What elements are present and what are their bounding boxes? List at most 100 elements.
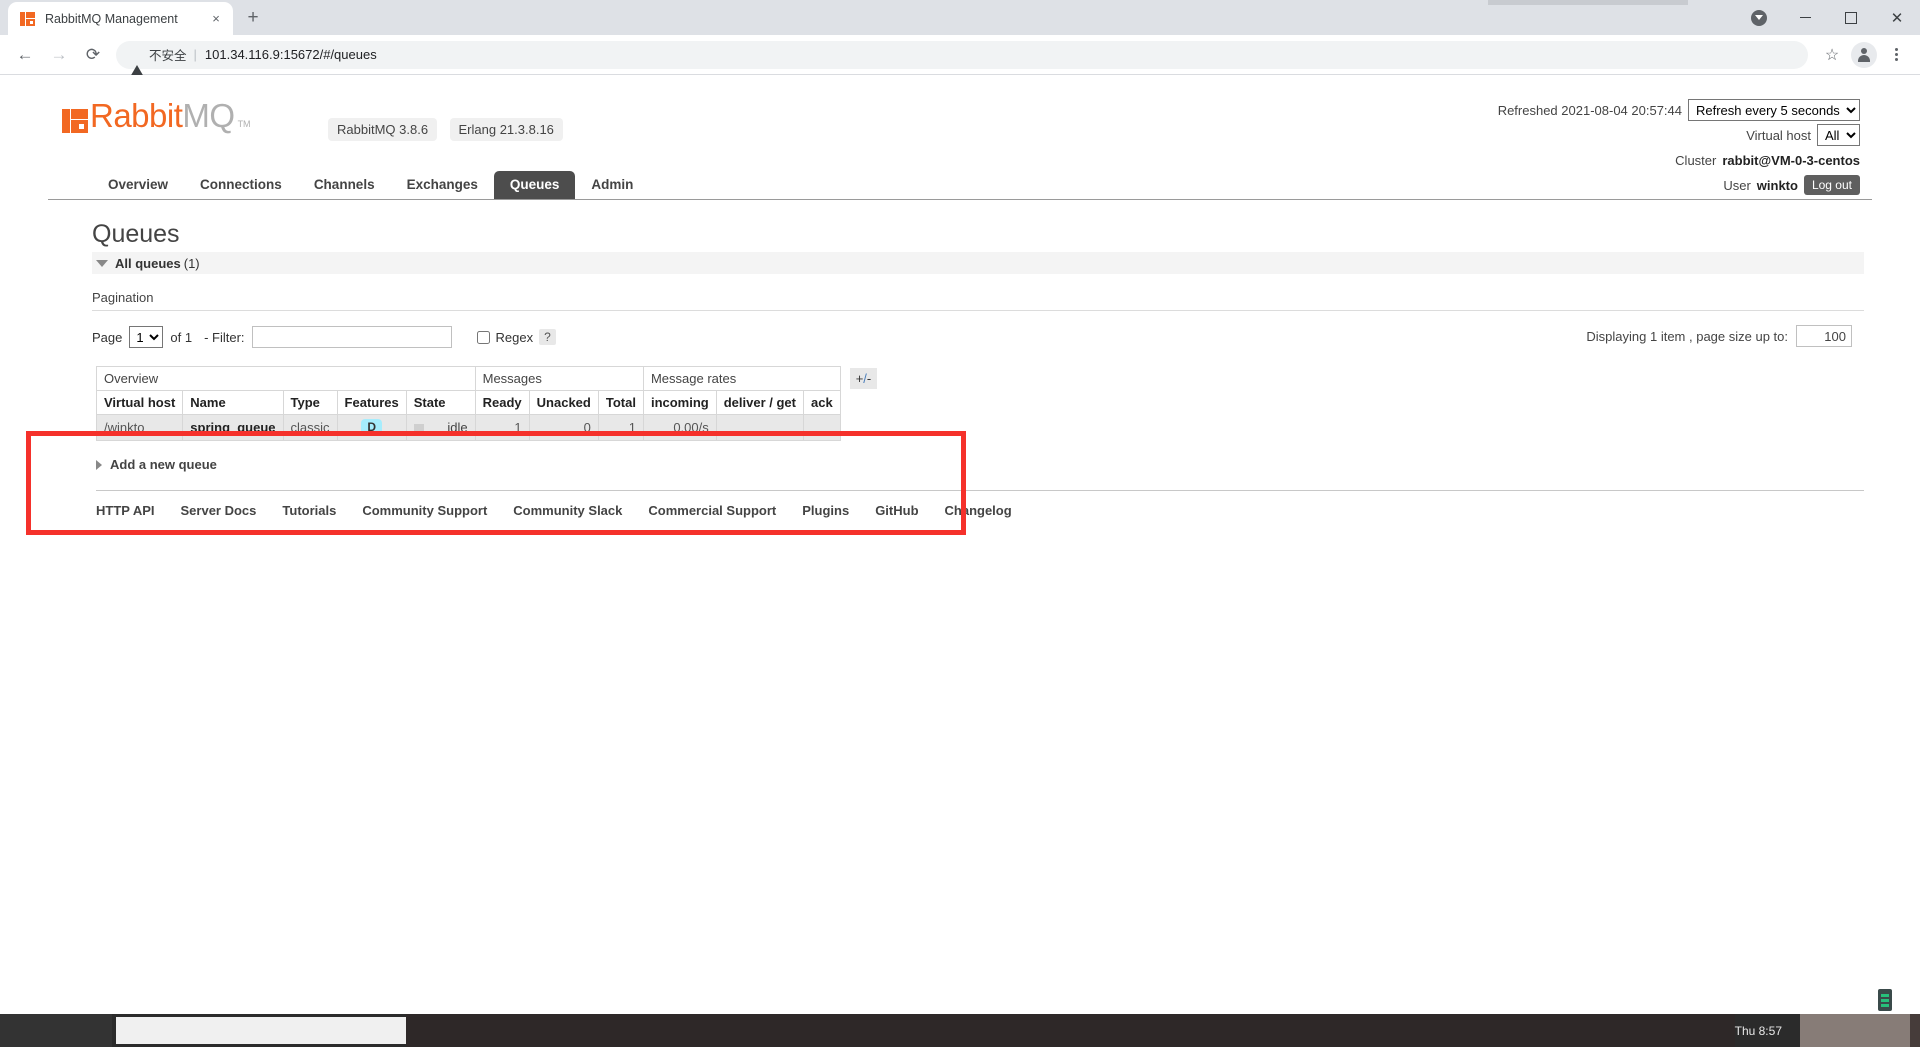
- cell-total: 1: [597, 414, 644, 441]
- maximize-window-button[interactable]: [1828, 2, 1874, 34]
- nav-tab-channels[interactable]: Channels: [298, 171, 391, 199]
- bookmark-star-icon[interactable]: ☆: [1816, 39, 1848, 71]
- toggle-columns-button[interactable]: +/-: [849, 368, 878, 389]
- state-label: idle: [447, 420, 468, 436]
- taskbar-start-area[interactable]: [0, 1014, 112, 1047]
- forward-button: →: [50, 44, 68, 64]
- cell-ready: 1: [474, 414, 530, 441]
- nav-tab-overview[interactable]: Overview: [92, 171, 184, 199]
- close-tab-icon[interactable]: ×: [207, 10, 225, 28]
- all-queues-label: All queues: [115, 255, 181, 271]
- reload-button[interactable]: ⟳: [76, 38, 110, 72]
- back-button[interactable]: ←: [8, 38, 42, 72]
- column-header-total[interactable]: Total: [597, 390, 644, 415]
- queues-table: Overview Messages Message rates Virtual …: [95, 366, 841, 441]
- regex-label: Regex: [495, 329, 534, 345]
- table-column-header-row: Virtual host Name Type Features State Re…: [95, 390, 841, 415]
- column-header-ready[interactable]: Ready: [474, 390, 530, 415]
- add-new-queue-section[interactable]: Add a new queue: [96, 457, 1872, 472]
- cell-queue-name[interactable]: spring_queue: [182, 414, 284, 441]
- footer-divider: [96, 490, 1864, 491]
- footer-link-commercial-support[interactable]: Commercial Support: [648, 503, 776, 518]
- rabbitmq-favicon-icon: [20, 11, 36, 27]
- footer-link-server-docs[interactable]: Server Docs: [181, 503, 257, 518]
- footer-link-tutorials[interactable]: Tutorials: [282, 503, 336, 518]
- profile-avatar-button[interactable]: [1848, 39, 1880, 71]
- address-bar-separator: |: [193, 47, 197, 62]
- minimize-window-button[interactable]: [1782, 2, 1828, 34]
- filter-input[interactable]: [251, 326, 452, 348]
- page-number-select[interactable]: 1: [129, 326, 164, 348]
- add-new-queue-label: Add a new queue: [110, 457, 217, 472]
- all-queues-count: (1): [183, 255, 200, 271]
- column-header-deliver-get[interactable]: deliver / get: [715, 390, 804, 415]
- browser-tab-title: RabbitMQ Management: [45, 11, 178, 26]
- taskbar-tray-area[interactable]: [1800, 1014, 1910, 1047]
- vhost-row: Virtual host All: [1498, 124, 1860, 146]
- nav-tab-queues[interactable]: Queues: [493, 171, 576, 199]
- column-header-incoming[interactable]: incoming: [642, 390, 717, 415]
- page-size-input[interactable]: [1796, 325, 1852, 347]
- footer-link-community-support[interactable]: Community Support: [362, 503, 487, 518]
- regex-checkbox[interactable]: [476, 330, 490, 344]
- cell-state: idle: [405, 414, 476, 441]
- durable-feature-badge: D: [361, 419, 382, 436]
- vhost-label: Virtual host: [1746, 127, 1811, 143]
- column-header-ack[interactable]: ack: [802, 390, 841, 415]
- pagination-divider: [92, 310, 1864, 311]
- column-header-unacked[interactable]: Unacked: [528, 390, 599, 415]
- table-row[interactable]: /winkto spring_queue classic D idle 1 0 …: [95, 414, 841, 441]
- regex-help-icon[interactable]: ?: [539, 329, 556, 345]
- download-indicator-icon[interactable]: [1736, 2, 1782, 34]
- queues-table-body: /winkto spring_queue classic D idle 1 0 …: [95, 414, 841, 441]
- address-bar[interactable]: ! 不安全 | 101.34.116.9:15672/#/queues: [116, 40, 1808, 77]
- page-title: Queues: [92, 220, 180, 248]
- pagination-controls: Page 1 of 1 - Filter: Regex ? Displaying…: [92, 323, 1872, 351]
- browser-tab-rabbitmq-management[interactable]: RabbitMQ Management ×: [8, 2, 233, 35]
- erlang-version-badge: Erlang 21.3.8.16: [449, 118, 563, 141]
- window-top-strip: [1488, 0, 1688, 5]
- nav-tab-exchanges[interactable]: Exchanges: [391, 171, 494, 199]
- taskbar-window-button[interactable]: [116, 1017, 406, 1044]
- all-queues-section-header[interactable]: All queues (1): [92, 252, 1864, 274]
- taskbar-clock: Thu 8:57: [1734, 1023, 1782, 1038]
- footer-link-community-slack[interactable]: Community Slack: [513, 503, 622, 518]
- page-size-group: Displaying 1 item , page size up to:: [1586, 325, 1852, 347]
- cell-incoming-rate: 0.00/s: [642, 414, 717, 441]
- window-controls: ✕: [1736, 0, 1920, 35]
- regex-toggle-group: Regex ?: [476, 329, 556, 345]
- chevron-right-icon: [96, 459, 102, 470]
- footer-link-github[interactable]: GitHub: [875, 503, 918, 518]
- footer-link-changelog[interactable]: Changelog: [945, 503, 1012, 518]
- close-window-button[interactable]: ✕: [1874, 2, 1920, 34]
- refresh-interval-select[interactable]: Refresh every 5 seconds: [1688, 99, 1860, 121]
- nav-tab-connections[interactable]: Connections: [184, 171, 298, 199]
- footer-link-plugins[interactable]: Plugins: [802, 503, 849, 518]
- column-header-features[interactable]: Features: [336, 390, 407, 415]
- column-header-type[interactable]: Type: [282, 390, 338, 415]
- column-header-name[interactable]: Name: [182, 390, 284, 415]
- cell-type: classic: [282, 414, 338, 441]
- browser-menu-icon[interactable]: [1880, 39, 1912, 71]
- footer-links: HTTP API Server Docs Tutorials Community…: [96, 503, 1872, 518]
- browser-toolbar: ← → ⟳ ! 不安全 | 101.34.116.9:15672/#/queue…: [0, 35, 1920, 77]
- browser-tab-strip: RabbitMQ Management × + ✕: [0, 0, 1920, 35]
- pagination-section-label: Pagination: [92, 290, 154, 305]
- rabbitmq-management-app: Rabbit MQ TM RabbitMQ 3.8.6 Erlang 21.3.…: [48, 75, 1872, 518]
- footer-link-http-api[interactable]: HTTP API: [96, 503, 155, 518]
- address-bar-url[interactable]: 101.34.116.9:15672/#/queues: [205, 47, 377, 62]
- rabbitmq-logo-icon: [62, 103, 88, 133]
- displaying-count-label: Displaying 1 item , page size up to:: [1586, 328, 1788, 344]
- new-tab-button[interactable]: +: [239, 4, 267, 32]
- logo-text-rabbit: Rabbit: [90, 97, 183, 134]
- column-header-virtual-host[interactable]: Virtual host: [95, 390, 184, 415]
- cluster-value: rabbit@VM-0-3-centos: [1722, 152, 1860, 168]
- column-header-state[interactable]: State: [405, 390, 476, 415]
- nav-tab-admin[interactable]: Admin: [575, 171, 649, 199]
- group-header-overview: Overview: [96, 366, 476, 391]
- cell-deliver-get-rate: [715, 414, 804, 441]
- vhost-select[interactable]: All: [1817, 124, 1860, 146]
- queue-name-link[interactable]: spring_queue: [190, 420, 275, 435]
- minus-symbol: -: [866, 371, 872, 386]
- rabbitmq-logo[interactable]: Rabbit MQ TM: [62, 99, 251, 133]
